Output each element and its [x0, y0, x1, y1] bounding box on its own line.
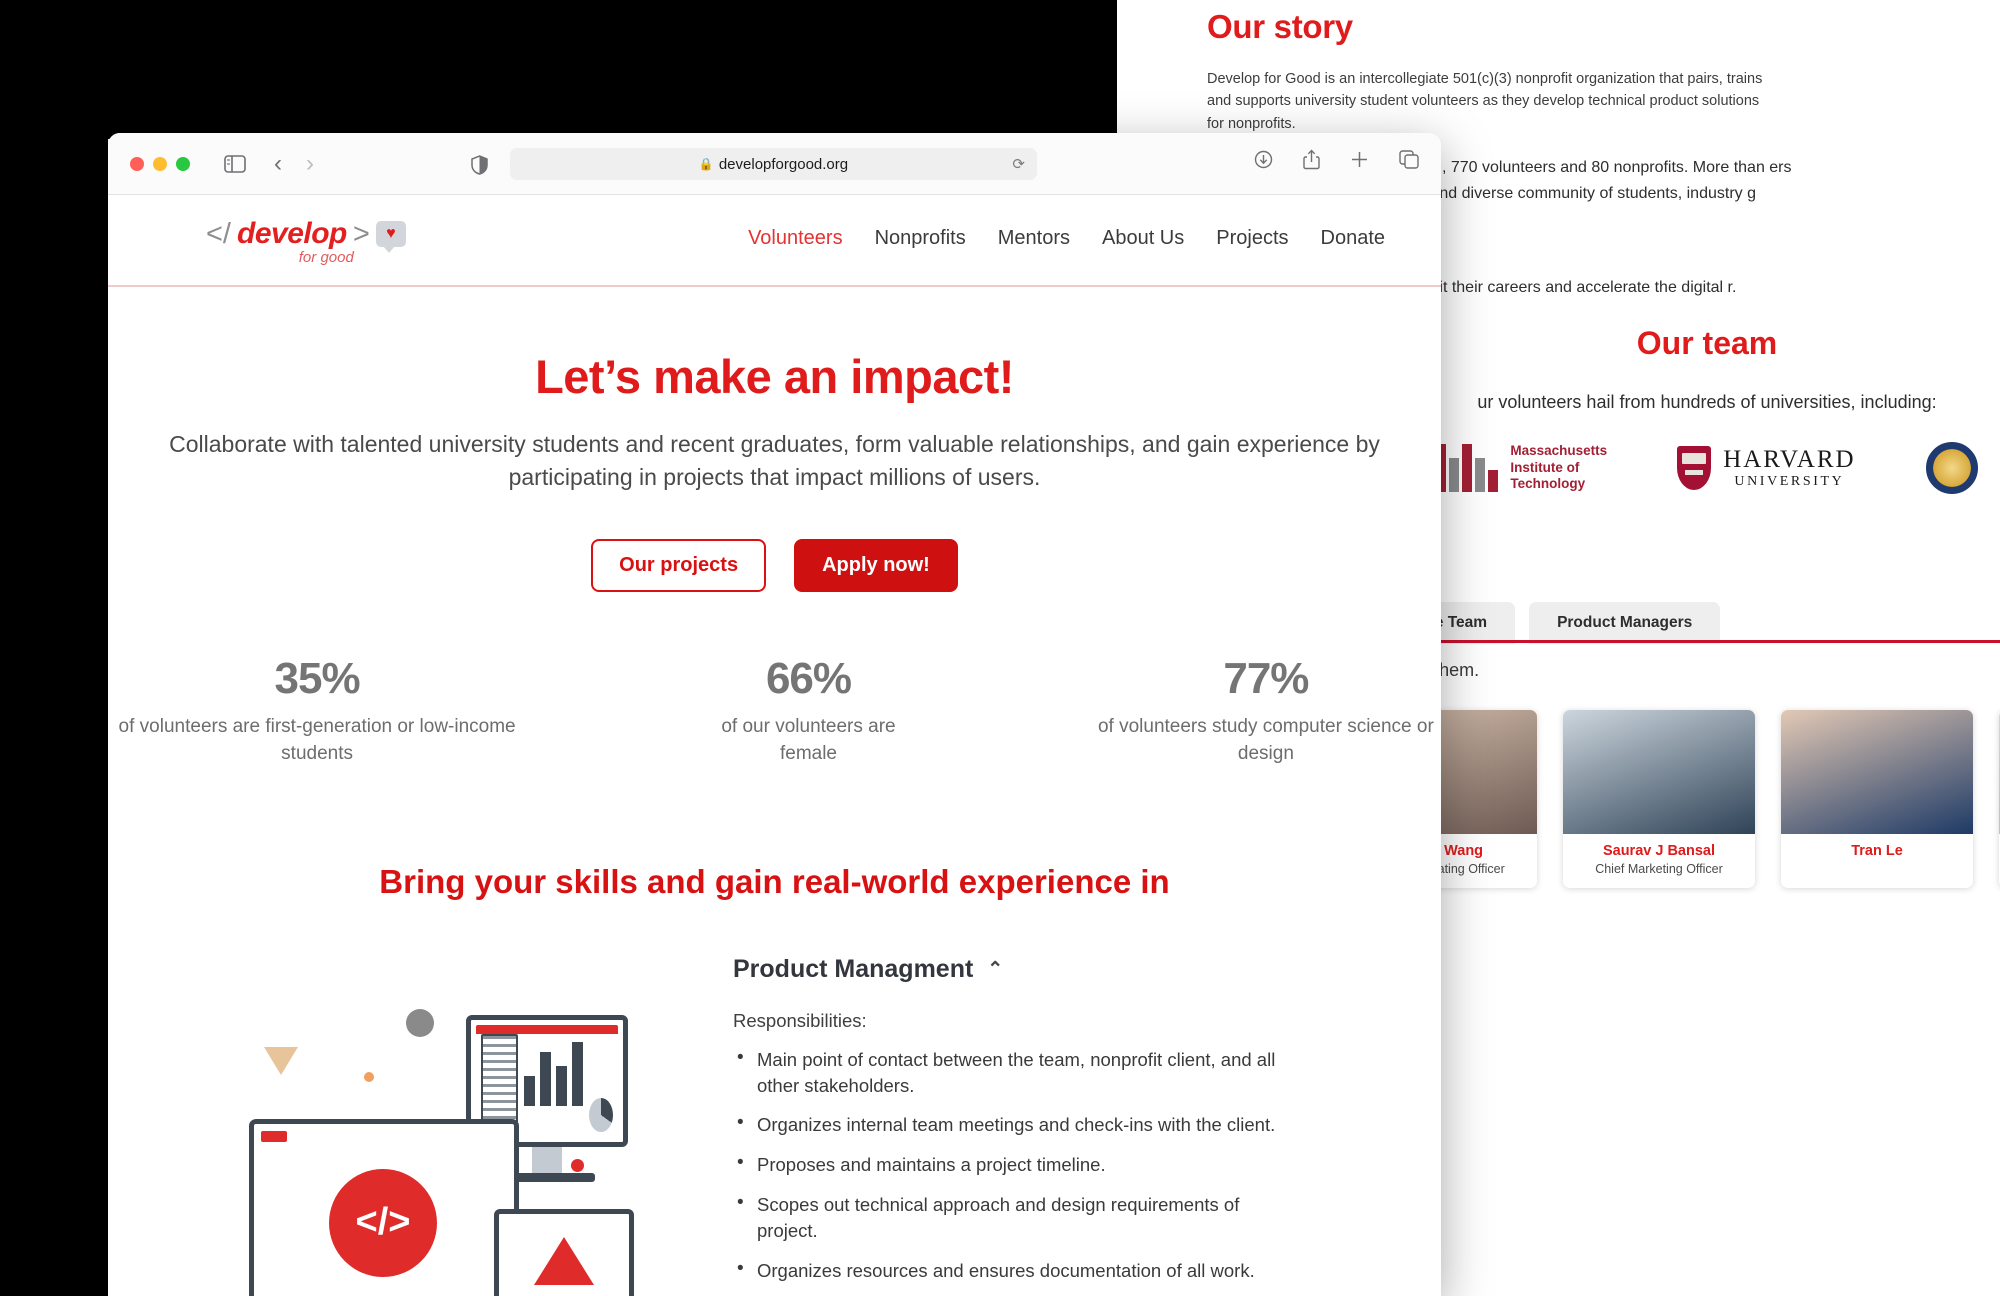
stats-row: 35% of volunteers are first-generation o… [108, 654, 1441, 768]
list-item: Organizes resources and ensures document… [733, 1256, 1278, 1284]
heart-bubble-icon: ♥ [375, 221, 406, 253]
code-badge-icon: </> [329, 1168, 437, 1277]
harvard-shield-icon [1677, 446, 1712, 490]
maximize-button[interactable] [176, 156, 190, 171]
responsibilities-list: Main point of contact between the team, … [733, 1045, 1395, 1284]
member-photo [1781, 710, 1973, 834]
accordion-header-product-management[interactable]: Product Managment ⌃ [733, 955, 1395, 984]
member-photo [1563, 710, 1755, 834]
site-logo[interactable]: </ develop > ♥ for good [206, 217, 406, 266]
stat-caption: of volunteers study computer science or … [1097, 715, 1434, 764]
logo-wordmark: </ develop > ♥ [206, 217, 406, 253]
webpage-content: </ develop > ♥ for good Volunteers Nonpr… [108, 195, 1441, 1296]
mit-logo: Massachusetts Institute of Technology [1436, 443, 1607, 494]
our-projects-button[interactable]: Our projects [591, 538, 767, 592]
logo-open-tag: </ [206, 217, 231, 250]
browser-titlebar: ‹ › 🔒 developforgood.org ⟳ [108, 133, 1441, 195]
close-button[interactable] [130, 156, 144, 171]
monitor-stand [532, 1146, 562, 1175]
hero-subtitle: Collaborate with talented university stu… [169, 431, 1380, 491]
stat-value: 35% [274, 653, 361, 703]
window-traffic-lights[interactable] [130, 156, 190, 171]
mit-bars-icon [1436, 444, 1499, 492]
harvard-logo: HARVARD UNIVERSITY [1677, 446, 1855, 490]
list-item: Proposes and maintains a project timelin… [733, 1150, 1278, 1178]
accordion-title: Product Managment [733, 954, 974, 983]
nav-item-volunteers[interactable]: Volunteers [748, 227, 843, 250]
tab-overview-icon[interactable] [1399, 150, 1419, 169]
page-title: Let’s make an impact! [535, 350, 1014, 403]
skills-section: </> Product Managment ⌃ Responsibilities… [108, 937, 1441, 1296]
stat-item: 77% of volunteers study computer science… [1091, 654, 1441, 768]
list-item: Main point of contact between the team, … [733, 1045, 1278, 1099]
back-icon[interactable]: ‹ [274, 151, 282, 176]
monitor-bar-chart [524, 1034, 584, 1106]
address-bar[interactable]: 🔒 developforgood.org ⟳ [510, 148, 1037, 180]
team-card[interactable]: Saurav J Bansal Chief Marketing Officer [1563, 710, 1755, 888]
skills-accordion[interactable]: Product Managment ⌃ Responsibilities: Ma… [719, 937, 1395, 1296]
heart-icon: ♥ [386, 225, 396, 242]
monitor-text-panel [481, 1033, 519, 1132]
member-name: Tran Le [1851, 843, 1903, 859]
minimize-button[interactable] [153, 156, 167, 171]
nav-item-projects[interactable]: Projects [1216, 227, 1288, 250]
share-icon[interactable] [1303, 149, 1320, 170]
nav-item-mentors[interactable]: Mentors [998, 227, 1070, 250]
member-name: Saurav J Bansal [1602, 843, 1716, 859]
reload-icon[interactable]: ⟳ [1012, 155, 1025, 173]
tab-product-managers[interactable]: Product Managers [1529, 602, 1721, 644]
third-university-logo [1925, 442, 1978, 494]
stat-caption: of our volunteers are female [721, 715, 896, 764]
member-role [1781, 859, 1973, 874]
url-text: developforgood.org [718, 155, 849, 173]
privacy-shield-icon[interactable] [471, 155, 488, 175]
desktop-backdrop-top [0, 0, 1117, 139]
our-story-paragraph: Develop for Good is an intercollegiate 5… [1207, 71, 1763, 132]
logo-word: develop [237, 217, 347, 250]
desktop-backdrop-left [0, 139, 108, 1296]
logo-close-tag: > [352, 217, 370, 250]
decor-grey-dot [406, 1008, 434, 1037]
member-role: Chief Marketing Officer [1595, 862, 1723, 876]
team-card[interactable]: Tran Le [1781, 710, 1973, 888]
logo-tagline: for good [298, 249, 354, 266]
lock-icon: 🔒 [698, 157, 714, 171]
site-header: </ develop > ♥ for good Volunteers Nonpr… [108, 195, 1441, 287]
list-item: Scopes out technical approach and design… [733, 1190, 1278, 1244]
skills-illustration: </> [154, 937, 719, 1296]
toolbar-right-actions[interactable] [1254, 149, 1419, 170]
download-icon[interactable] [1254, 150, 1273, 169]
forward-icon[interactable]: › [306, 151, 314, 176]
decor-sand-triangle [264, 1046, 298, 1075]
navigation-buttons[interactable]: ‹ › [274, 151, 314, 176]
stat-value: 77% [1223, 653, 1309, 703]
nav-item-about-us[interactable]: About Us [1102, 227, 1184, 250]
apply-now-button[interactable]: Apply now! [794, 538, 958, 592]
mit-logo-text: Massachusetts Institute of Technology [1510, 442, 1608, 492]
safari-browser-window[interactable]: ‹ › 🔒 developforgood.org ⟳ </ develop > … [108, 133, 1441, 1296]
site-navigation[interactable]: Volunteers Nonprofits Mentors About Us P… [748, 227, 1385, 250]
responsibilities-label: Responsibilities: [733, 1009, 867, 1031]
nav-item-donate[interactable]: Donate [1321, 227, 1386, 250]
stat-item: 35% of volunteers are first-generation o… [108, 654, 526, 768]
stat-item: 66% of our volunteers are female [704, 654, 913, 768]
hero-actions: Our projects Apply now! [108, 538, 1441, 592]
list-item: Organizes internal team meetings and che… [733, 1110, 1278, 1138]
decor-orange-dot [364, 1071, 374, 1082]
skills-section-title: Bring your skills and gain real-world ex… [379, 862, 1170, 900]
our-story-heading: Our story [1207, 8, 1353, 45]
chevron-up-icon[interactable]: ⌃ [987, 958, 1003, 981]
stat-value: 66% [765, 653, 852, 703]
new-tab-icon[interactable] [1350, 150, 1369, 169]
document-triangle [534, 1236, 594, 1285]
harvard-logo-text: HARVARD UNIVERSITY [1723, 446, 1856, 489]
monitor-pie-chart [589, 1097, 613, 1132]
university-seal-icon [1925, 442, 1978, 494]
decor-red-dot [571, 1158, 584, 1172]
nav-item-nonprofits[interactable]: Nonprofits [875, 227, 966, 250]
hero-section: Let’s make an impact! Collaborate with t… [108, 287, 1441, 592]
stat-caption: of volunteers are first-generation or lo… [118, 715, 516, 764]
sidebar-toggle-icon[interactable] [224, 154, 246, 173]
